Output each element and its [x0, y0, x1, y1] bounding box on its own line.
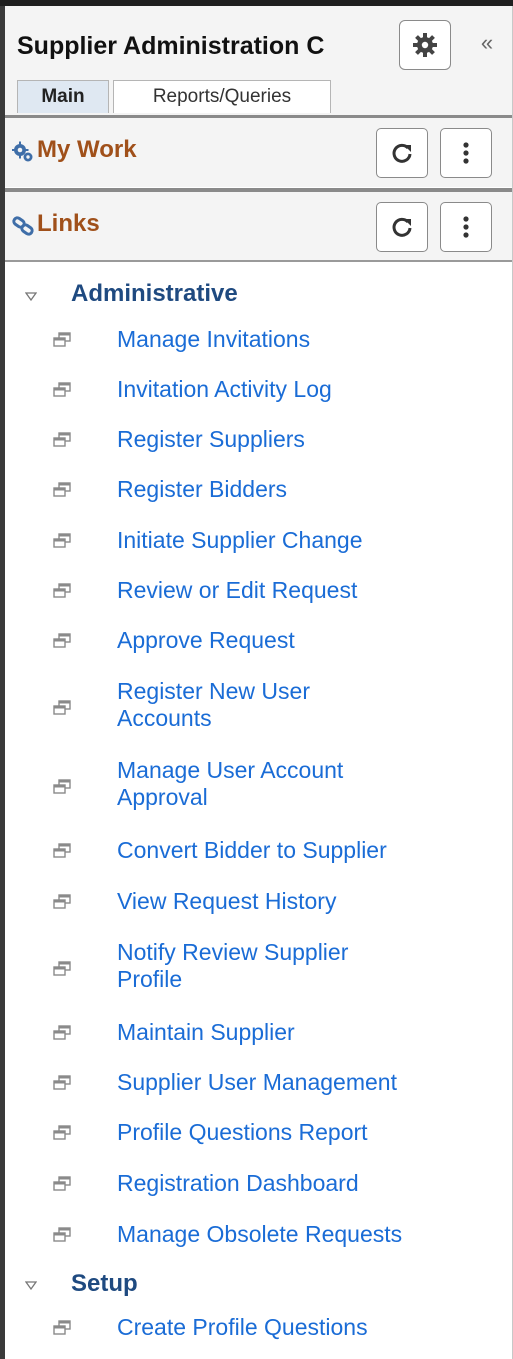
- refresh-icon: [392, 143, 412, 163]
- list-item[interactable]: Register Bidders: [5, 476, 505, 508]
- window-link-icon: [53, 1176, 71, 1191]
- list-item[interactable]: Notify Review Supplier Profile: [5, 939, 505, 999]
- list-item[interactable]: Invitation Activity Log: [5, 376, 505, 408]
- link-label[interactable]: Invitation Activity Log: [117, 376, 497, 403]
- window-link-icon: [53, 843, 71, 858]
- tab-reports-queries[interactable]: Reports/Queries: [113, 80, 331, 113]
- list-item[interactable]: Approve Request: [5, 627, 505, 659]
- more-vertical-icon: [463, 216, 469, 238]
- link-label[interactable]: Supplier User Management: [117, 1069, 497, 1096]
- link-label[interactable]: Initiate Supplier Change: [117, 527, 497, 554]
- list-item[interactable]: Manage User Account Approval: [5, 757, 505, 817]
- window-link-icon: [53, 533, 71, 548]
- link-label[interactable]: Create Profile Questions: [117, 1314, 497, 1341]
- list-item[interactable]: Create Profile Questions: [5, 1314, 505, 1346]
- collapse-triangle-icon: [25, 292, 37, 301]
- tab-main[interactable]: Main: [17, 80, 109, 113]
- list-item[interactable]: View Request History: [5, 888, 505, 920]
- window-link-icon: [53, 700, 71, 715]
- links-section-header[interactable]: Links: [5, 188, 512, 260]
- list-item[interactable]: Supplier User Management: [5, 1069, 505, 1101]
- window-link-icon: [53, 1025, 71, 1040]
- gear-icon: [413, 33, 437, 57]
- links-actions-button[interactable]: [440, 202, 492, 252]
- link-label[interactable]: Manage User Account Approval: [117, 757, 407, 811]
- list-item[interactable]: Initiate Supplier Change: [5, 527, 505, 559]
- list-item[interactable]: Review or Edit Request: [5, 577, 505, 609]
- collapse-panel-button[interactable]: «: [473, 28, 501, 58]
- list-item[interactable]: Manage Invitations: [5, 326, 505, 358]
- link-label[interactable]: Notify Review Supplier Profile: [117, 939, 417, 993]
- gears-icon: [12, 141, 33, 162]
- list-item[interactable]: Convert Bidder to Supplier: [5, 837, 505, 869]
- list-item[interactable]: Manage Obsolete Requests: [5, 1221, 505, 1253]
- window-link-icon: [53, 1075, 71, 1090]
- more-vertical-icon: [463, 142, 469, 164]
- my-work-title: My Work: [37, 136, 137, 163]
- link-label[interactable]: Register Suppliers: [117, 426, 497, 453]
- window-link-icon: [53, 432, 71, 447]
- links-title: Links: [37, 210, 100, 237]
- link-label[interactable]: Manage Invitations: [117, 326, 497, 353]
- window-link-icon: [53, 482, 71, 497]
- settings-button[interactable]: [399, 20, 451, 70]
- link-label[interactable]: Convert Bidder to Supplier: [117, 837, 497, 864]
- window-link-icon: [53, 633, 71, 648]
- page-title: Supplier Administration C: [17, 32, 325, 60]
- link-label[interactable]: Register Bidders: [117, 476, 497, 503]
- links-refresh-button[interactable]: [376, 202, 428, 252]
- link-label[interactable]: Profile Questions Report: [117, 1119, 497, 1146]
- window-link-icon: [53, 779, 71, 794]
- section-divider: [5, 260, 512, 262]
- link-label[interactable]: Review or Edit Request: [117, 577, 497, 604]
- window-link-icon: [53, 583, 71, 598]
- list-item[interactable]: Register Suppliers: [5, 426, 505, 458]
- refresh-icon: [392, 217, 412, 237]
- pagelet-header: Supplier Administration C « Main Reports…: [5, 6, 512, 115]
- my-work-section-header[interactable]: My Work: [5, 115, 512, 187]
- link-label[interactable]: Registration Dashboard: [117, 1170, 497, 1197]
- window-link-icon: [53, 382, 71, 397]
- my-work-refresh-button[interactable]: [376, 128, 428, 178]
- window-link-icon: [53, 1227, 71, 1242]
- list-item[interactable]: Registration Dashboard: [5, 1170, 505, 1202]
- list-item[interactable]: Profile Questions Report: [5, 1119, 505, 1151]
- link-label[interactable]: Approve Request: [117, 627, 497, 654]
- window-link-icon: [53, 1320, 71, 1335]
- window-link-icon: [53, 332, 71, 347]
- collapse-triangle-icon: [25, 1281, 37, 1290]
- group-label: Setup: [71, 1270, 138, 1297]
- list-item[interactable]: Maintain Supplier: [5, 1019, 505, 1051]
- my-work-actions-button[interactable]: [440, 128, 492, 178]
- window-link-icon: [53, 1125, 71, 1140]
- link-label[interactable]: Register New User Accounts: [117, 678, 372, 732]
- link-label[interactable]: Maintain Supplier: [117, 1019, 497, 1046]
- link-label[interactable]: Manage Obsolete Requests: [117, 1221, 497, 1248]
- links-icon: [12, 216, 34, 236]
- window-link-icon: [53, 961, 71, 976]
- list-item[interactable]: Register New User Accounts: [5, 678, 505, 738]
- group-label: Administrative: [71, 280, 238, 307]
- link-label[interactable]: View Request History: [117, 888, 497, 915]
- window-link-icon: [53, 894, 71, 909]
